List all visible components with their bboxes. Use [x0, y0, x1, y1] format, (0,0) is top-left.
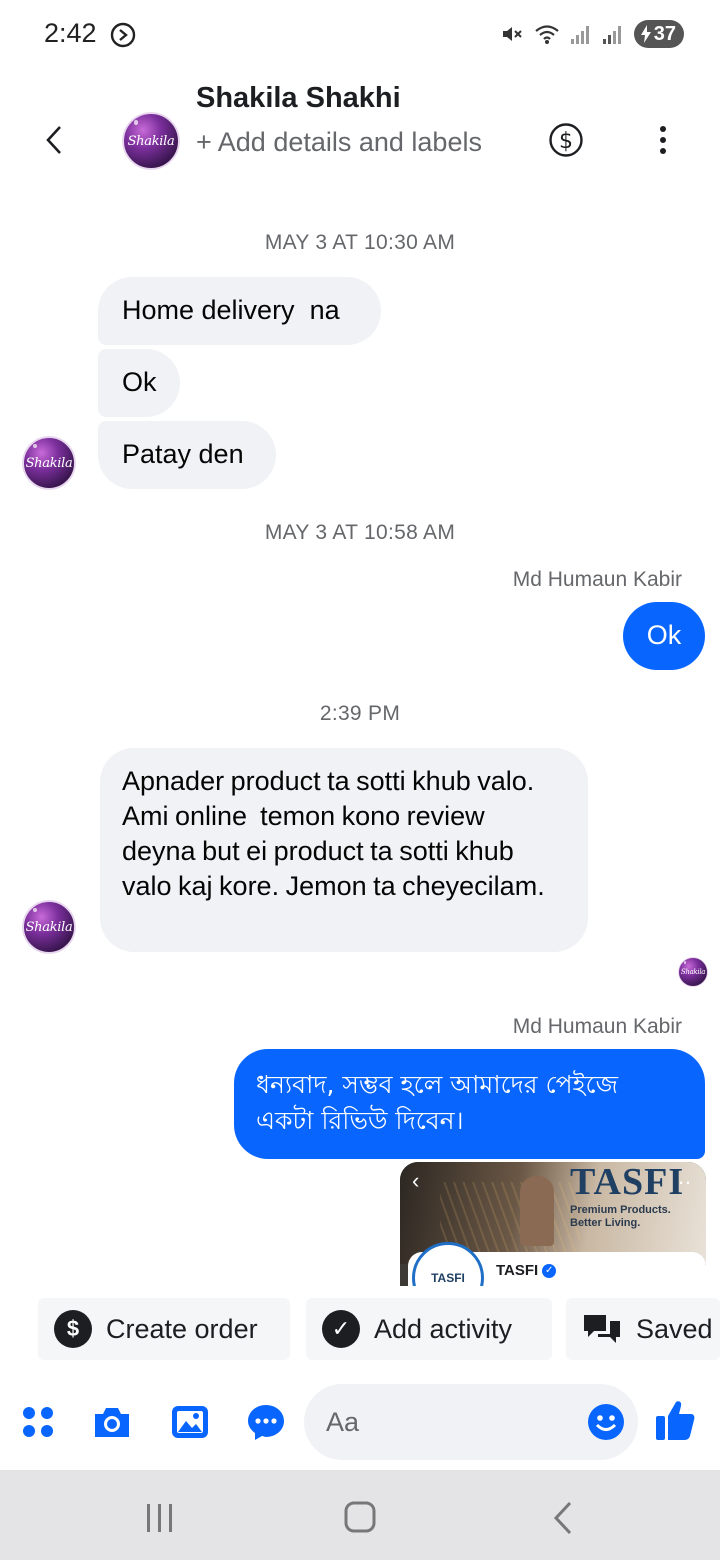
status-icons: 37 — [500, 18, 684, 50]
sender-avatar[interactable]: Shakila — [22, 900, 76, 954]
emoji-icon[interactable] — [586, 1402, 626, 1442]
add-activity-label: Add activity — [374, 1313, 513, 1344]
wifi-icon — [535, 25, 559, 44]
contact-name[interactable]: Shakila Shakhi — [196, 82, 401, 115]
sender-name: Md Humaun Kabir — [512, 568, 682, 591]
charging-icon — [640, 25, 651, 43]
timestamp: MAY 3 AT 10:30 AM — [264, 231, 456, 254]
camera-icon[interactable] — [92, 1402, 132, 1442]
preview-back-icon: ‹ — [412, 1168, 420, 1193]
status-bar: 2:42 37 — [0, 0, 720, 70]
outgoing-message[interactable]: ধন্যবাদ, সম্ভব হলে আমাদের পেইজে একটা রিভ… — [234, 1049, 705, 1159]
check-icon: ✓ — [322, 1310, 360, 1348]
message-input[interactable] — [326, 1384, 576, 1460]
status-time: 2:42 — [44, 18, 97, 48]
recents-icon[interactable] — [140, 1500, 180, 1536]
system-navigation-bar — [0, 1470, 720, 1560]
message-composer — [0, 1380, 720, 1466]
saved-replies-button[interactable]: Saved — [566, 1298, 720, 1360]
saved-label: Saved — [636, 1313, 713, 1344]
shared-post-preview[interactable]: ‹ … TASFI Premium Products. Better Livin… — [400, 1162, 706, 1286]
incoming-message[interactable]: Ok — [98, 349, 180, 417]
create-order-button[interactable]: $ Create order — [38, 1298, 290, 1360]
read-receipt-avatar: Shakila — [678, 957, 708, 987]
svg-text:$: $ — [559, 129, 573, 154]
add-details-link[interactable]: + Add details and labels — [196, 122, 496, 163]
sender-avatar[interactable]: Shakila — [22, 436, 76, 490]
more-vertical-icon — [660, 126, 666, 132]
dollar-icon: $ — [54, 1310, 92, 1348]
timestamp: 2:39 PM — [319, 702, 401, 725]
create-order-label: Create order — [106, 1313, 258, 1344]
mute-icon — [502, 27, 522, 41]
avatar-image: Shakila — [122, 112, 180, 170]
incoming-message[interactable]: Apnader product ta sotti khub valo. Ami … — [100, 748, 588, 952]
incoming-message[interactable]: Patay den — [98, 421, 276, 489]
quick-actions: $ Create order ✓ Add activity Saved — [0, 1298, 720, 1362]
more-options-button[interactable] — [650, 122, 676, 158]
signal-icon-1 — [570, 26, 589, 44]
home-icon[interactable] — [340, 1500, 380, 1536]
thumbs-up-icon[interactable] — [654, 1398, 696, 1442]
verified-icon: ✓ — [542, 1263, 557, 1278]
add-activity-button[interactable]: ✓ Add activity — [306, 1298, 552, 1360]
back-arrow-icon — [46, 126, 61, 154]
do-not-disturb-icon — [110, 22, 136, 48]
nav-back-icon[interactable] — [544, 1500, 584, 1536]
saved-replies-icon — [584, 1315, 620, 1343]
battery-level: 37 — [653, 22, 676, 45]
battery-indicator: 37 — [633, 20, 684, 48]
signal-icon-2 — [602, 26, 621, 44]
contact-avatar[interactable]: Shakila — [122, 112, 180, 170]
incoming-message[interactable]: Home delivery na — [98, 277, 381, 345]
apps-icon[interactable] — [18, 1402, 58, 1442]
dollar-icon[interactable]: $ — [548, 122, 584, 158]
back-button[interactable] — [34, 118, 74, 162]
message-input-container[interactable] — [304, 1384, 638, 1460]
preview-brand-name: TASFI — [570, 1162, 685, 1203]
conversation-header: Shakila Shakila Shakhi + Add details and… — [0, 70, 720, 210]
chat-icon[interactable] — [246, 1402, 286, 1442]
timestamp: MAY 3 AT 10:58 AM — [264, 521, 456, 544]
sender-name: Md Humaun Kabir — [512, 1015, 682, 1038]
preview-tagline: Premium Products. Better Living. — [570, 1204, 671, 1229]
gallery-icon[interactable] — [170, 1402, 210, 1442]
outgoing-message[interactable]: Ok — [623, 602, 705, 670]
preview-page-name: TASFI ✓ — [496, 1262, 557, 1279]
